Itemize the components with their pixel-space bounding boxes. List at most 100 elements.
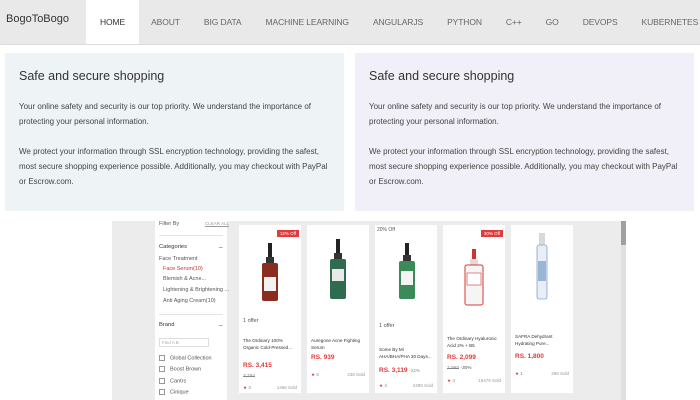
category-item[interactable]: Face Treatment	[159, 256, 198, 262]
category-item[interactable]: Blemish & Acne...	[163, 276, 206, 282]
brand-label: Cantrs	[170, 378, 187, 385]
nav-item-python[interactable]: PYTHON	[435, 0, 494, 44]
feature-paragraph: Your online safety and security is our t…	[19, 102, 312, 126]
divider	[159, 314, 223, 315]
nav-item-angularjs[interactable]: ANGULARJS	[361, 0, 435, 44]
feature-paragraph: We protect your information through SSL …	[369, 147, 678, 186]
product-rating: ★ 3	[243, 385, 251, 391]
product-card[interactable]: 12% Off 1 offer The Ordinary 100% Organi…	[239, 225, 301, 393]
nav-item-about[interactable]: ABOUT	[139, 0, 192, 44]
categories-header: Categories	[159, 244, 188, 250]
old-price-value: 2,998	[447, 366, 460, 371]
brand-header: Brand	[159, 322, 175, 328]
product-price: RS. 3,119 -22%	[379, 367, 420, 374]
product-price: RS. 939	[311, 354, 335, 361]
old-discount: -30%	[460, 366, 472, 371]
star-icon: ★	[379, 383, 384, 388]
divider	[159, 235, 223, 236]
product-price: RS. 3,415	[243, 362, 272, 369]
filter-by-label: Filter By	[159, 221, 180, 227]
rating-value: 3	[248, 385, 251, 390]
product-name[interactable]: Some By Mi AHA/BHA/PHA 30 Days...	[379, 346, 435, 360]
price-value: RS. 3,119	[379, 367, 408, 374]
product-image	[464, 249, 484, 306]
nav-item-home[interactable]: HOME	[86, 0, 140, 44]
brand-checkbox-item[interactable]: Boost Brown	[159, 366, 201, 372]
product-old-price: 3,794	[243, 374, 255, 379]
product-card[interactable]: Auregone Acne Fighting Serum RS. 939 ★ 5…	[307, 225, 369, 393]
nav-item-machine-learning[interactable]: MACHINE LEARNING	[254, 0, 361, 44]
category-item[interactable]: Lightening & Brightening ...	[163, 287, 229, 293]
product-price: RS. 2,099	[447, 354, 476, 361]
product-name[interactable]: SAFRA Dehydrant Hydrating Pure...	[515, 333, 571, 347]
sold-count: 2489 Sold	[412, 383, 433, 388]
star-icon: ★	[243, 385, 248, 390]
nav-item-big-data[interactable]: BIG DATA	[192, 0, 254, 44]
discount-text: 20% Off	[377, 227, 395, 233]
brand-label: Global Collection	[170, 355, 212, 362]
product-name[interactable]: The Ordinary 100% Organic Cold-Pressed..…	[243, 337, 299, 351]
sold-count: 238 Sold	[347, 372, 365, 377]
scrollbar[interactable]	[621, 221, 626, 400]
brand-label: Boost Brown	[170, 366, 202, 373]
star-icon: ★	[311, 372, 316, 377]
checkbox[interactable]	[159, 355, 165, 361]
product-card[interactable]: SAFRA Dehydrant Hydrating Pure... RS. 1,…	[511, 225, 573, 393]
product-rating: ★ 4	[379, 383, 387, 389]
rating-value: 4	[452, 378, 455, 383]
sold-count: 288 Sold	[551, 371, 569, 376]
feature-title: Safe and secure shopping	[19, 69, 165, 83]
sold-count: 1466 Sold	[276, 385, 297, 390]
top-nav: BogoToBogo HOME ABOUT BIG DATA MACHINE L…	[0, 0, 700, 45]
filter-sidebar: Filter By CLEAR ALL Categories − Face Tr…	[155, 221, 229, 400]
brand-logo[interactable]: BogoToBogo	[6, 13, 69, 25]
sold-count: 15479 Sold	[478, 378, 501, 383]
product-image	[262, 243, 278, 301]
brand-search-input[interactable]: Find A B	[159, 338, 209, 347]
discount-badge: 12% Off	[276, 230, 299, 237]
product-image	[536, 233, 548, 300]
brand-checkbox-item[interactable]: Cinique	[159, 389, 189, 395]
feature-box-left: Safe and secure shopping Your online saf…	[5, 53, 344, 211]
brand-checkbox-item[interactable]: Cantrs	[159, 378, 186, 384]
product-rating: ★ 1	[515, 371, 523, 377]
offer-count: 1 offer	[243, 318, 259, 324]
rating-value: 1	[520, 371, 523, 376]
discount-badge: 30% Off	[480, 230, 503, 237]
product-image	[399, 243, 415, 299]
product-price: RS. 1,800	[515, 353, 544, 360]
nav-item-kubernetes[interactable]: KUBERNETES	[630, 0, 700, 44]
product-name[interactable]: The Ordinary Hyaluronic Acid 2% + B5	[447, 335, 503, 349]
offer-count: 1 offer	[379, 323, 395, 329]
feature-title: Safe and secure shopping	[369, 69, 515, 83]
price-discount: -22%	[409, 368, 420, 373]
category-item-selected[interactable]: Face Serum(10)	[163, 266, 203, 272]
rating-value: 4	[384, 383, 387, 388]
nav-item-go[interactable]: GO	[534, 0, 571, 44]
feature-paragraph: We protect your information through SSL …	[19, 147, 328, 186]
nav-menu: HOME ABOUT BIG DATA MACHINE LEARNING ANG…	[86, 0, 700, 44]
rating-value: 5	[316, 372, 319, 377]
product-name[interactable]: Auregone Acne Fighting Serum	[311, 337, 367, 351]
star-icon: ★	[447, 378, 452, 383]
product-old-price: 2,998 -30%	[447, 366, 472, 371]
brand-label: Cinique	[170, 389, 189, 396]
product-card[interactable]: 20% Off 1 offer Some By Mi AHA/BHA/PHA 3…	[375, 225, 437, 393]
category-item[interactable]: Anti Aging Cream(10)	[163, 298, 216, 304]
checkbox[interactable]	[159, 378, 165, 384]
feature-box-right: Safe and secure shopping Your online saf…	[355, 53, 694, 211]
product-card[interactable]: 30% Off The Ordinary Hyaluronic Acid 2% …	[443, 225, 505, 393]
collapse-icon[interactable]: −	[218, 244, 223, 252]
nav-item-devops[interactable]: DEVOPS	[571, 0, 630, 44]
product-rating: ★ 5	[311, 372, 319, 378]
clear-all-link[interactable]: CLEAR ALL	[205, 221, 229, 226]
old-price-value: 3,794	[243, 374, 256, 379]
brand-checkbox-item[interactable]: Global Collection	[159, 355, 212, 361]
checkbox[interactable]	[159, 389, 165, 395]
star-icon: ★	[515, 371, 520, 376]
checkbox[interactable]	[159, 366, 165, 372]
scrollbar-thumb[interactable]	[621, 221, 626, 245]
collapse-icon[interactable]: −	[218, 322, 223, 330]
nav-item-cpp[interactable]: C++	[494, 0, 534, 44]
product-grid: 12% Off 1 offer The Ordinary 100% Organi…	[230, 221, 620, 400]
